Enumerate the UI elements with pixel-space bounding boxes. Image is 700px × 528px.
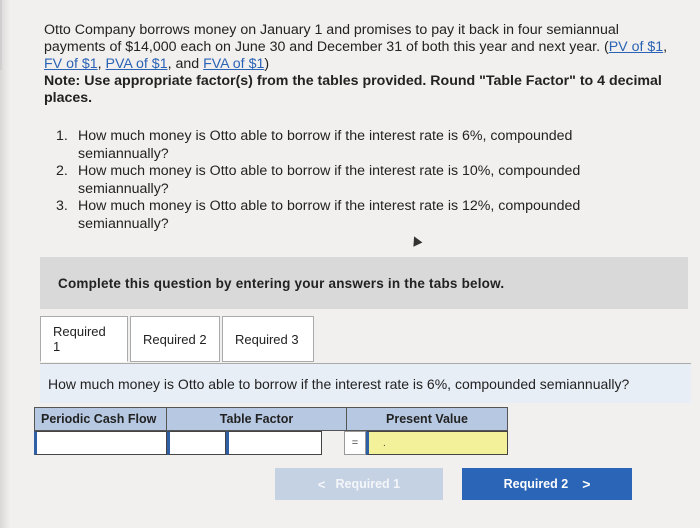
link-pv[interactable]: PV of $1 <box>609 39 663 55</box>
tab-required-2[interactable]: Required 2 <box>130 316 220 362</box>
chevron-right-icon: > <box>582 476 591 492</box>
close-paren: ) <box>264 56 270 72</box>
next-button-label: Required 2 <box>503 477 569 491</box>
list-text: How much money is Otto able to borrow if… <box>78 198 581 232</box>
periodic-cash-flow-input[interactable] <box>34 431 167 455</box>
header-periodic-cash-flow: Periodic Cash Flow <box>34 407 167 431</box>
table-factor-input-b[interactable] <box>226 431 322 455</box>
header-present-value: Present Value <box>347 407 508 431</box>
list-item: 3. How much money is Otto able to borrow… <box>56 198 656 233</box>
link-fv[interactable]: FV of $1 <box>44 56 98 72</box>
tab-prompt: How much money is Otto able to borrow if… <box>48 376 630 392</box>
mouse-cursor-icon <box>409 234 423 247</box>
tab-bar: Required 1 Required 2 Required 3 <box>40 316 316 364</box>
question-body: Otto Company borrows money on January 1 … <box>44 22 619 55</box>
table-factor-input-a[interactable] <box>167 431 226 455</box>
separator: , and <box>167 56 204 72</box>
chevron-left-icon: < <box>317 476 326 492</box>
list-text: How much money is Otto able to borrow if… <box>78 128 573 162</box>
instructions-banner: Complete this question by entering your … <box>40 257 688 309</box>
prev-button-label: Required 1 <box>335 477 401 491</box>
note-text: Note: Use appropriate factor(s) from the… <box>44 73 662 106</box>
next-required-button[interactable]: Required 2 > <box>462 468 632 500</box>
list-item: 1. How much money is Otto able to borrow… <box>56 128 656 163</box>
answer-table: Periodic Cash Flow Table Factor Present … <box>34 407 508 457</box>
list-number: 1. <box>56 128 68 144</box>
list-number: 2. <box>56 163 68 179</box>
separator: , <box>663 39 668 55</box>
tab-required-3[interactable]: Required 3 <box>222 316 314 362</box>
list-number: 3. <box>56 198 68 214</box>
present-value-input[interactable]: . <box>366 431 508 455</box>
link-fva[interactable]: FVA of $1 <box>203 56 264 72</box>
header-table-factor: Table Factor <box>167 407 347 431</box>
left-edge-line <box>0 0 2 70</box>
equals-sign: = <box>344 431 366 455</box>
tab-required-1[interactable]: Required 1 <box>40 316 128 362</box>
link-pva[interactable]: PVA of $1 <box>106 56 168 72</box>
prev-required-button[interactable]: < Required 1 <box>275 468 443 500</box>
present-value-text: . <box>383 438 386 449</box>
list-text: How much money is Otto able to borrow if… <box>78 163 581 197</box>
question-list: 1. How much money is Otto able to borrow… <box>56 128 656 233</box>
separator: , <box>97 56 106 72</box>
question-text: Otto Company borrows money on January 1 … <box>44 22 684 107</box>
left-edge-shadow <box>0 0 10 528</box>
list-item: 2. How much money is Otto able to borrow… <box>56 163 656 198</box>
